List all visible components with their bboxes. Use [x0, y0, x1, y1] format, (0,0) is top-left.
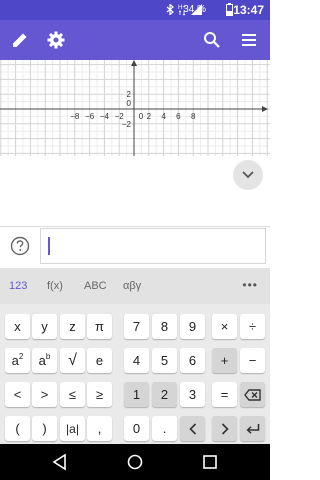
x-tick-label: −8	[70, 112, 80, 121]
key-open-paren[interactable]: (	[5, 416, 30, 441]
key-0[interactable]: 0	[124, 416, 149, 441]
key-2[interactable]: 2	[152, 382, 177, 407]
divider	[0, 226, 270, 227]
key-decimal[interactable]: .	[152, 416, 177, 441]
key-7[interactable]: 7	[124, 314, 149, 339]
key-less-equal[interactable]: ≤	[60, 382, 85, 407]
bluetooth-icon	[166, 4, 174, 15]
y-tick-label: 0	[127, 99, 132, 108]
key-y[interactable]: y	[32, 314, 57, 339]
key-9[interactable]: 9	[180, 314, 205, 339]
key-x[interactable]: x	[5, 314, 30, 339]
tab-123[interactable]: 123	[9, 280, 27, 292]
search-button[interactable]	[200, 28, 224, 52]
edit-button[interactable]	[8, 28, 32, 52]
key-backspace[interactable]	[240, 382, 265, 407]
left-arrow-icon	[188, 422, 196, 435]
tab-functions[interactable]: f(x)	[47, 280, 63, 292]
battery-icon	[226, 3, 233, 16]
pencil-icon	[13, 33, 27, 47]
key-z[interactable]: z	[60, 314, 85, 339]
home-icon[interactable]	[125, 452, 145, 472]
key-5[interactable]: 5	[152, 348, 177, 373]
navigation-bar	[0, 444, 270, 480]
x-tick-label: 0	[139, 112, 144, 121]
key-sqrt[interactable]: √	[60, 348, 85, 373]
math-keyboard: 123 f(x) ABC αβγ ••• x y z π 7 8 9 × ÷ a…	[0, 268, 270, 444]
key-1[interactable]: 1	[124, 382, 149, 407]
key-comma[interactable]: ,	[87, 416, 112, 441]
key-a-power-b-base: a	[38, 353, 46, 368]
key-e[interactable]: e	[87, 348, 112, 373]
y-tick-label: 2	[127, 90, 132, 99]
key-a-squared-base: a	[11, 353, 19, 368]
x-tick-label: 8	[191, 112, 196, 121]
key-right-arrow[interactable]	[212, 416, 237, 441]
gear-icon	[47, 31, 65, 49]
app-bar	[0, 20, 270, 60]
x-tick-label: 2	[147, 112, 152, 121]
key-greater-equal[interactable]: ≥	[87, 382, 112, 407]
battery-percent: 34 %	[183, 4, 206, 15]
menu-button[interactable]	[237, 28, 261, 52]
tab-abc[interactable]: ABC	[84, 280, 107, 292]
x-tick-label: 4	[161, 112, 166, 121]
enter-icon	[246, 423, 259, 434]
keyboard-tabs: 123 f(x) ABC αβγ •••	[0, 268, 270, 304]
search-icon	[204, 32, 220, 48]
settings-button[interactable]	[44, 28, 68, 52]
key-a-squared[interactable]: a2	[5, 348, 30, 373]
key-equals[interactable]: =	[212, 382, 237, 407]
back-icon[interactable]	[50, 452, 70, 472]
more-icon[interactable]: •••	[242, 278, 258, 292]
algebra-input[interactable]	[40, 228, 266, 264]
clock: 13:47	[233, 3, 264, 17]
y-tick-label: −2	[122, 120, 132, 129]
key-pi[interactable]: π	[87, 314, 112, 339]
expand-algebra-button[interactable]	[233, 160, 263, 190]
status-bar: H+ 34 % 13:47	[0, 0, 270, 20]
help-icon[interactable]	[10, 236, 30, 256]
key-a-power-b[interactable]: ab	[32, 348, 57, 373]
key-abs[interactable]: |a|	[60, 416, 85, 441]
y-axis-arrow	[131, 60, 137, 66]
x-tick-label: −6	[85, 112, 95, 121]
text-caret	[48, 237, 50, 255]
key-left-arrow[interactable]	[180, 416, 205, 441]
graphics-view[interactable]: −8 −6 −4 −2 0 2 4 6 8 2 0 −2	[0, 60, 270, 156]
x-tick-label: 6	[176, 112, 181, 121]
key-4[interactable]: 4	[124, 348, 149, 373]
key-close-paren[interactable]: )	[32, 416, 57, 441]
key-divide[interactable]: ÷	[240, 314, 265, 339]
right-arrow-icon	[221, 422, 229, 435]
chevron-down-icon	[242, 171, 254, 179]
key-greater-than[interactable]: >	[32, 382, 57, 407]
key-minus[interactable]: −	[240, 348, 265, 373]
key-3[interactable]: 3	[180, 382, 205, 407]
key-8[interactable]: 8	[152, 314, 177, 339]
key-less-than[interactable]: <	[5, 382, 30, 407]
backspace-icon	[244, 388, 261, 401]
x-tick-label: −4	[100, 112, 110, 121]
menu-icon	[242, 34, 256, 46]
key-enter[interactable]	[240, 416, 265, 441]
recents-icon[interactable]	[200, 452, 220, 472]
tab-greek[interactable]: αβγ	[123, 280, 141, 292]
key-plus[interactable]: +	[212, 348, 237, 373]
key-6[interactable]: 6	[180, 348, 205, 373]
key-multiply[interactable]: ×	[212, 314, 237, 339]
